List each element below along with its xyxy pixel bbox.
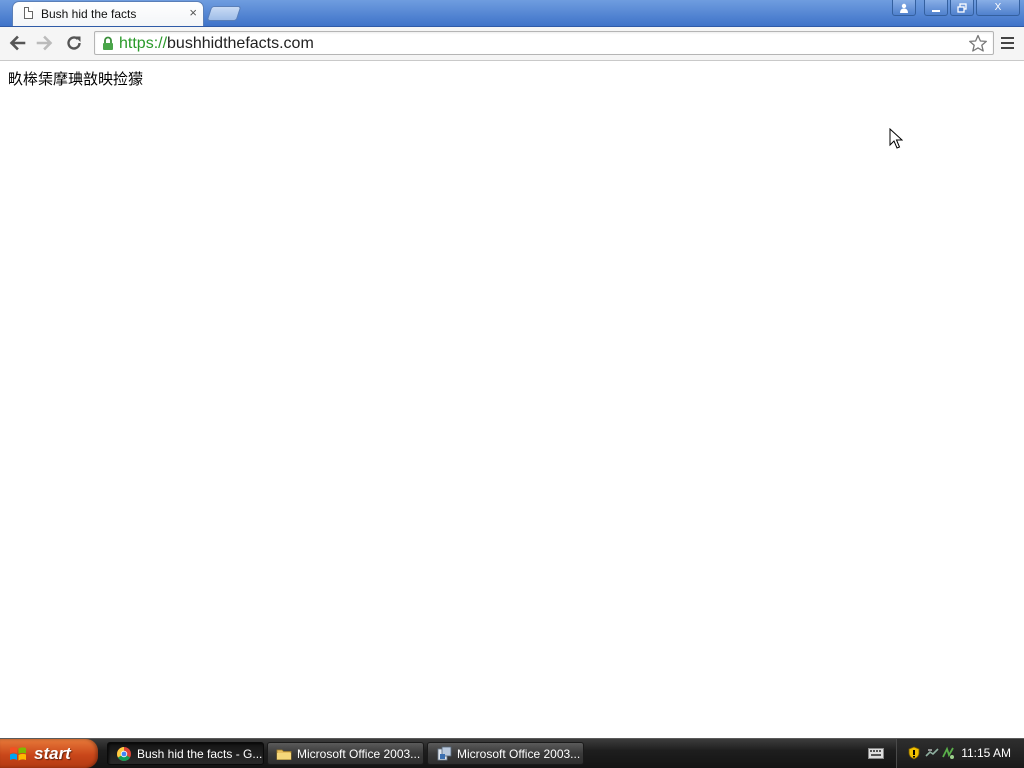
- tab-bush-hid-the-facts[interactable]: Bush hid the facts ×: [12, 1, 204, 26]
- star-icon[interactable]: [968, 34, 988, 53]
- desktop-screen: Bush hid the facts × X https://bushhidth…: [0, 0, 1024, 768]
- security-shield-icon[interactable]: [907, 746, 921, 760]
- back-arrow-icon: [9, 35, 26, 51]
- menu-icon[interactable]: [998, 33, 1016, 53]
- close-icon: X: [994, 2, 1002, 13]
- window-controls: X: [892, 0, 1020, 17]
- close-window-button[interactable]: X: [976, 0, 1020, 16]
- new-tab-button[interactable]: [206, 6, 242, 21]
- taskbar-item-folder[interactable]: Microsoft Office 2003...: [267, 742, 424, 765]
- back-button[interactable]: [6, 32, 28, 54]
- reload-icon: [67, 36, 81, 50]
- keyboard-icon[interactable]: [868, 748, 884, 759]
- tab-strip: Bush hid the facts × X: [0, 0, 1024, 27]
- minimize-button[interactable]: [924, 0, 948, 16]
- menu-bar-line: [1000, 37, 1014, 39]
- clock[interactable]: 11:15 AM: [961, 746, 1011, 760]
- taskbar-item-label: Microsoft Office 2003...: [457, 746, 581, 761]
- lock-icon[interactable]: [101, 36, 115, 51]
- url-text[interactable]: https://bushhidthefacts.com: [119, 34, 314, 53]
- tab-close-icon[interactable]: ×: [189, 5, 197, 21]
- profile-icon: [900, 3, 908, 13]
- tab-title: Bush hid the facts: [41, 7, 137, 21]
- network-icon[interactable]: [925, 746, 939, 760]
- page-icon: [24, 7, 33, 19]
- browser-toolbar: https://bushhidthefacts.com: [0, 27, 1024, 61]
- page-content: 畂桳栠摩琠敨映捡獴: [0, 61, 1024, 738]
- url-host: bushhidthefacts.com: [167, 35, 314, 52]
- system-tray: 11:15 AM: [896, 739, 1024, 768]
- installer-icon: [437, 746, 452, 760]
- taskbar-item-label: Bush hid the facts - G...: [137, 746, 263, 761]
- start-button[interactable]: start: [0, 739, 98, 768]
- chrome-icon: [117, 746, 131, 761]
- connection-icon[interactable]: [941, 746, 955, 760]
- forward-arrow-icon: [36, 35, 53, 51]
- start-label: start: [34, 743, 71, 763]
- reload-button[interactable]: [63, 32, 85, 54]
- forward-button[interactable]: [34, 32, 56, 54]
- taskbar: start Bush hid the facts - G... Microsof…: [0, 738, 1024, 768]
- address-bar[interactable]: https://bushhidthefacts.com: [94, 31, 994, 55]
- menu-bar-line: [1000, 47, 1014, 49]
- url-scheme: https://: [119, 35, 168, 52]
- minimize-icon: [932, 9, 940, 12]
- taskbar-item-label: Microsoft Office 2003...: [297, 746, 421, 761]
- profile-button[interactable]: [892, 0, 916, 16]
- restore-icon: [957, 2, 967, 13]
- windows-logo-icon: [10, 746, 26, 760]
- mouse-cursor-icon: [889, 128, 903, 149]
- taskbar-item-chrome[interactable]: Bush hid the facts - G...: [107, 742, 264, 765]
- taskbar-item-installer[interactable]: Microsoft Office 2003...: [427, 742, 584, 765]
- folder-icon: [276, 749, 292, 760]
- page-text: 畂桳栠摩琠敨映捡獴: [8, 70, 144, 88]
- restore-button[interactable]: [950, 0, 974, 16]
- menu-bar-line: [1000, 42, 1014, 44]
